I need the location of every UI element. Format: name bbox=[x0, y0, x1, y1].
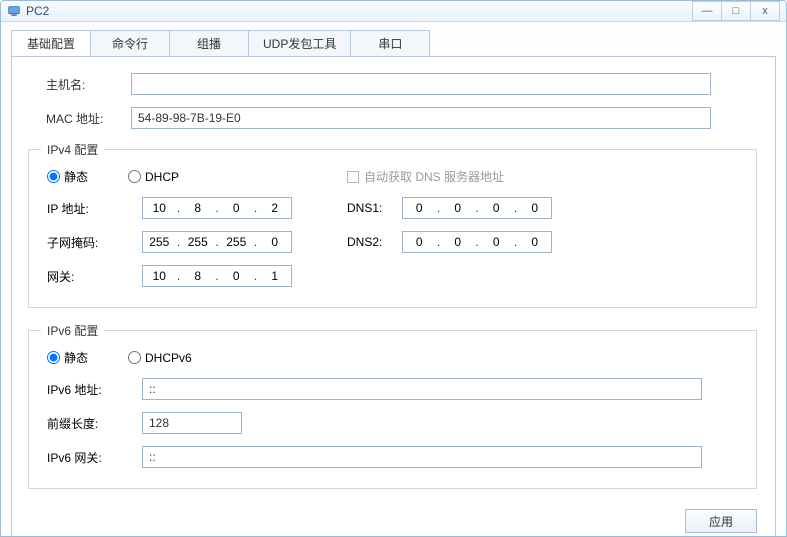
mac-label: MAC 地址: bbox=[46, 110, 131, 127]
window-buttons: — □ x bbox=[692, 1, 780, 21]
title-bar: PC2 — □ x bbox=[1, 1, 786, 22]
tab-multicast[interactable]: 组播 bbox=[169, 30, 249, 56]
auto-dns-checkbox[interactable]: 自动获取 DNS 服务器地址 bbox=[347, 168, 504, 185]
ipv4-static-label: 静态 bbox=[64, 168, 88, 185]
ipv6-legend: IPv6 配置 bbox=[41, 322, 104, 339]
dns1-input[interactable]: 0. 0. 0. 0 bbox=[402, 197, 552, 219]
mask-input[interactable]: 255. 255. 255. 0 bbox=[142, 231, 292, 253]
ipv6-static-label: 静态 bbox=[64, 349, 88, 366]
client-area: 基础配置 命令行 组播 UDP发包工具 串口 主机名: MAC 地址: IPv4… bbox=[1, 22, 786, 537]
ipv6-addr-input[interactable] bbox=[142, 378, 702, 400]
ipv6-static-radio-input[interactable] bbox=[47, 351, 60, 364]
gw-input[interactable]: 10. 8. 0. 1 bbox=[142, 265, 292, 287]
tab-udp-tool[interactable]: UDP发包工具 bbox=[248, 30, 351, 56]
gw-label: 网关: bbox=[47, 268, 142, 285]
close-button[interactable]: x bbox=[750, 1, 780, 21]
maximize-button[interactable]: □ bbox=[721, 1, 751, 21]
ipv4-static-radio[interactable]: 静态 bbox=[47, 168, 88, 185]
ipv4-group: IPv4 配置 静态 DHCP bbox=[28, 141, 757, 308]
dns1-label: DNS1: bbox=[347, 201, 402, 215]
ipv4-dhcp-radio-input[interactable] bbox=[128, 170, 141, 183]
ipv6-dhcp-label: DHCPv6 bbox=[145, 351, 192, 365]
checkbox-icon bbox=[347, 171, 359, 183]
app-window: PC2 — □ x 基础配置 命令行 组播 UDP发包工具 串口 主机名: MA… bbox=[0, 0, 787, 537]
ipv6-dhcp-radio[interactable]: DHCPv6 bbox=[128, 351, 192, 365]
ipv4-legend: IPv4 配置 bbox=[41, 141, 104, 158]
dns2-input[interactable]: 0. 0. 0. 0 bbox=[402, 231, 552, 253]
hostname-label: 主机名: bbox=[46, 76, 131, 93]
apply-button[interactable]: 应用 bbox=[685, 509, 757, 533]
ipv6-addr-label: IPv6 地址: bbox=[47, 381, 142, 398]
dns2-label: DNS2: bbox=[347, 235, 402, 249]
mac-input[interactable] bbox=[131, 107, 711, 129]
hostname-input[interactable] bbox=[131, 73, 711, 95]
ipv4-dhcp-label: DHCP bbox=[145, 170, 179, 184]
tab-serial[interactable]: 串口 bbox=[350, 30, 430, 56]
ip-label: IP 地址: bbox=[47, 200, 142, 217]
ipv6-static-radio[interactable]: 静态 bbox=[47, 349, 88, 366]
ipv4-dhcp-radio[interactable]: DHCP bbox=[128, 170, 179, 184]
minimize-button[interactable]: — bbox=[692, 1, 722, 21]
app-icon bbox=[7, 4, 21, 18]
tab-bar: 基础配置 命令行 组播 UDP发包工具 串口 bbox=[11, 30, 776, 57]
ipv6-prefix-input[interactable] bbox=[142, 412, 242, 434]
tab-basic-config[interactable]: 基础配置 bbox=[11, 30, 91, 56]
ipv6-dhcp-radio-input[interactable] bbox=[128, 351, 141, 364]
tab-content: 主机名: MAC 地址: IPv4 配置 静态 bbox=[11, 57, 776, 537]
footer: 应用 bbox=[46, 503, 757, 533]
ipv6-group: IPv6 配置 静态 DHCPv6 IPv6 地址: 前缀长 bbox=[28, 322, 757, 489]
ipv6-prefix-label: 前缀长度: bbox=[47, 415, 142, 432]
hostname-row: 主机名: bbox=[46, 73, 757, 95]
mac-row: MAC 地址: bbox=[46, 107, 757, 129]
ipv4-static-radio-input[interactable] bbox=[47, 170, 60, 183]
mask-label: 子网掩码: bbox=[47, 234, 142, 251]
window-title: PC2 bbox=[26, 4, 49, 18]
ipv6-gw-label: IPv6 网关: bbox=[47, 449, 142, 466]
ip-input[interactable]: 10. 8. 0. 2 bbox=[142, 197, 292, 219]
auto-dns-label: 自动获取 DNS 服务器地址 bbox=[364, 168, 504, 185]
tab-cli[interactable]: 命令行 bbox=[90, 30, 170, 56]
ipv6-gw-input[interactable] bbox=[142, 446, 702, 468]
